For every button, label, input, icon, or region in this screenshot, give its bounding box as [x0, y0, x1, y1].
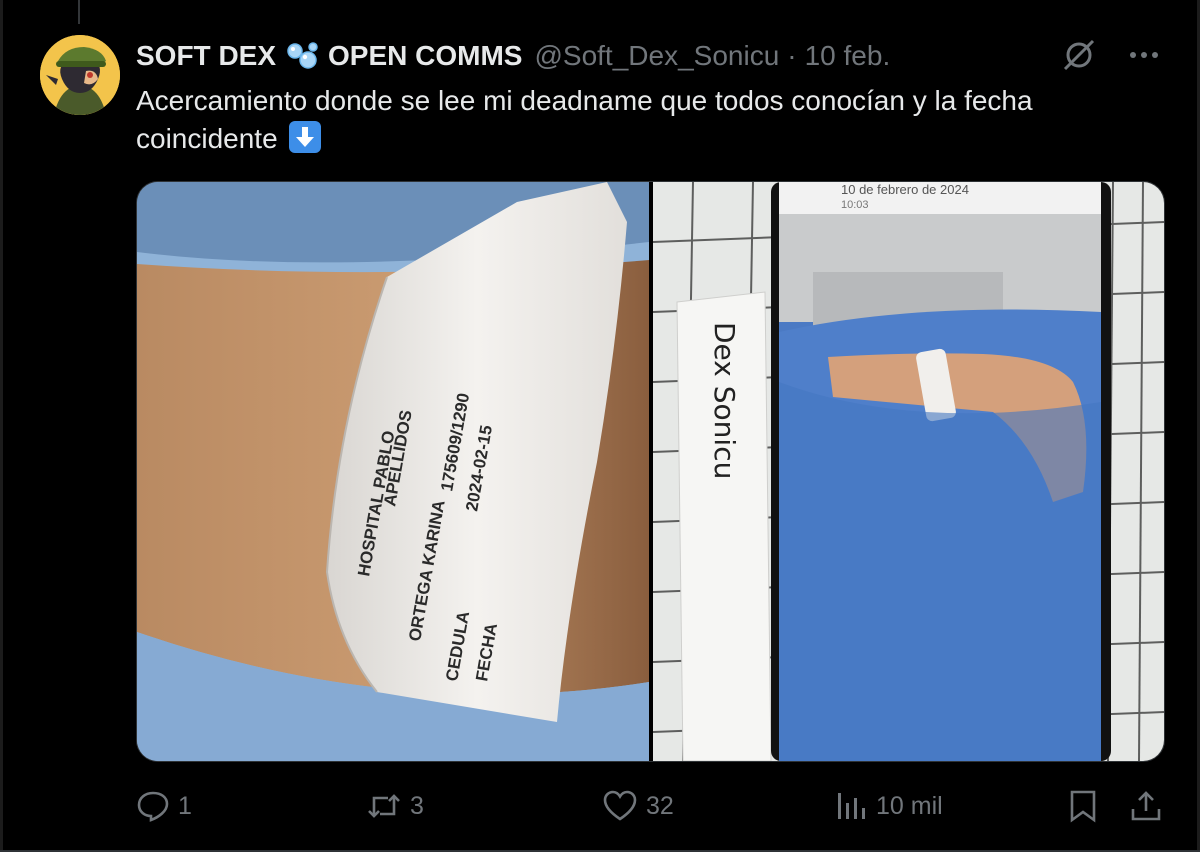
top-actions [1060, 36, 1160, 74]
reply-button[interactable]: 1 [136, 784, 192, 828]
share-icon [1131, 791, 1161, 821]
views-count: 10 mil [876, 791, 943, 820]
bookmark-button[interactable] [1068, 784, 1098, 828]
tweet-media[interactable]: HOSPITAL PABLO APELLIDOS ORTEGA KARINA 1… [136, 181, 1165, 762]
separator-dot: · [787, 40, 797, 71]
tweet-date[interactable]: 10 feb. [805, 40, 891, 72]
frame-border [0, 0, 3, 852]
down-arrow-emoji [289, 121, 322, 153]
phone-photo-with-note[interactable]: Dex Sonicu 10 de febrero de 2024 10:03 [652, 182, 1164, 761]
views-button[interactable]: 10 mil [836, 784, 943, 828]
more-icon[interactable] [1128, 50, 1160, 60]
bookmark-icon [1070, 790, 1096, 823]
reply-icon [137, 791, 169, 822]
svg-text:Dex Sonicu: Dex Sonicu [708, 322, 741, 479]
tweet-card[interactable]: SOFT DEX OPEN COMMS @Soft_Dex_Sonicu · 1… [0, 0, 1200, 852]
avatar[interactable] [40, 35, 120, 115]
like-icon [603, 790, 637, 821]
bubbles-emoji [286, 41, 320, 71]
grok-icon[interactable] [1060, 36, 1098, 74]
display-name-suffix[interactable]: OPEN COMMS [328, 40, 522, 72]
repost-button[interactable]: 3 [366, 784, 424, 828]
display-name[interactable]: SOFT DEX [136, 40, 276, 72]
repost-icon [368, 794, 400, 818]
share-button[interactable] [1130, 784, 1162, 828]
avatar-illustration [40, 35, 120, 115]
reply-count: 1 [178, 791, 192, 820]
views-icon [838, 793, 865, 819]
tweet-body: Acercamiento donde se lee mi deadname qu… [136, 85, 1033, 154]
user-handle[interactable]: @Soft_Dex_Sonicu [534, 40, 779, 72]
tweet-header: SOFT DEX OPEN COMMS @Soft_Dex_Sonicu · 1… [136, 36, 890, 76]
like-count: 32 [646, 791, 674, 820]
like-button[interactable]: 32 [602, 784, 674, 828]
repost-count: 3 [410, 791, 424, 820]
svg-text:10 de febrero de 2024: 10 de febrero de 2024 [841, 182, 969, 197]
action-bar: 1 3 32 10 mil [136, 784, 1166, 828]
tweet-text: Acercamiento donde se lee mi deadname qu… [136, 82, 1146, 158]
svg-text:10:03: 10:03 [841, 199, 869, 211]
thread-line [78, 0, 80, 24]
wristband-closeup-photo[interactable]: HOSPITAL PABLO APELLIDOS ORTEGA KARINA 1… [137, 182, 649, 761]
